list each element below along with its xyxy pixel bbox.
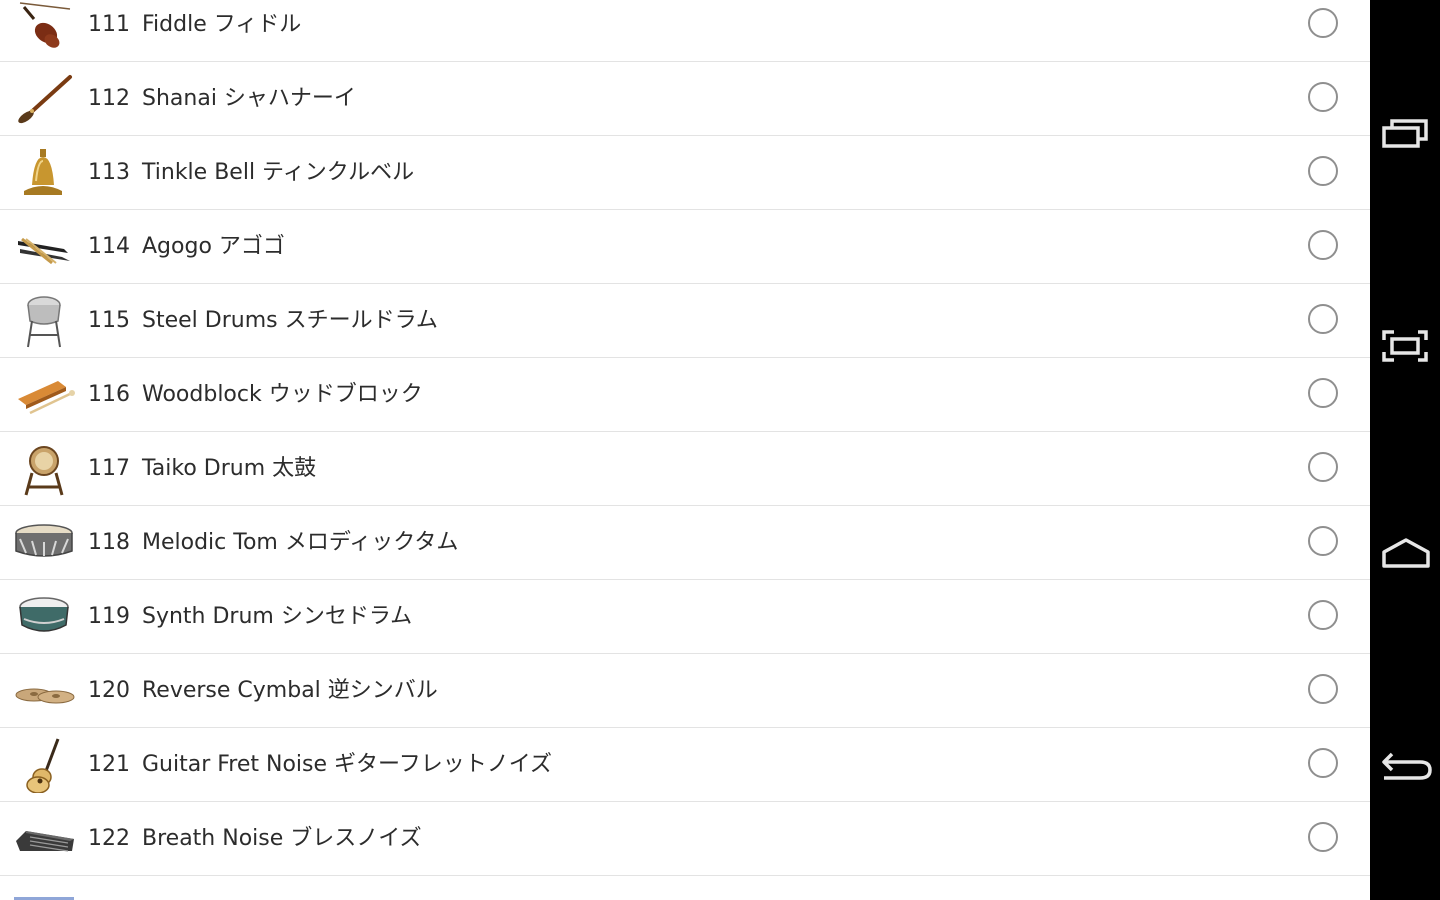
instrument-number: 117 xyxy=(88,456,130,481)
fiddle-icon xyxy=(12,0,76,53)
instrument-number: 115 xyxy=(88,308,130,333)
instrument-number: 119 xyxy=(88,604,130,629)
list-item[interactable]: 122 Breath Noise ブレスノイズ xyxy=(0,802,1370,876)
instrument-name: Taiko Drum 太鼓 xyxy=(142,456,317,481)
instrument-number: 120 xyxy=(88,678,130,703)
list-item[interactable]: 116 Woodblock ウッドブロック xyxy=(0,358,1370,432)
shanai-icon xyxy=(12,71,76,127)
instrument-name: Guitar Fret Noise ギターフレットノイズ xyxy=(142,752,553,777)
instrument-label: 116 Woodblock ウッドブロック xyxy=(88,358,423,431)
list-item[interactable]: 112 Shanai シャハナーイ xyxy=(0,62,1370,136)
instrument-label: 120 Reverse Cymbal 逆シンバル xyxy=(88,654,438,727)
navigation-bar xyxy=(1370,0,1440,900)
instrument-label: 112 Shanai シャハナーイ xyxy=(88,62,356,135)
list-item[interactable]: 118 Melodic Tom メロディックタム xyxy=(0,506,1370,580)
instrument-label: 118 Melodic Tom メロディックタム xyxy=(88,506,458,579)
instrument-number: 121 xyxy=(88,752,130,777)
instrument-name: Fiddle フィドル xyxy=(142,12,302,37)
instrument-number: 112 xyxy=(88,86,130,111)
instrument-name: Tinkle Bell ティンクルベル xyxy=(142,160,415,185)
list-item[interactable]: 120 Reverse Cymbal 逆シンバル xyxy=(0,654,1370,728)
synth-drum-icon xyxy=(12,589,76,645)
instrument-name: Synth Drum シンセドラム xyxy=(142,604,413,629)
instrument-name: Woodblock ウッドブロック xyxy=(142,382,423,407)
instrument-list[interactable]: 111 Fiddle フィドル 112 Shanai シャハナーイ 113 Ti… xyxy=(0,0,1370,900)
select-radio[interactable] xyxy=(1308,452,1338,482)
instrument-number: 113 xyxy=(88,160,130,185)
list-item[interactable]: 113 Tinkle Bell ティンクルベル xyxy=(0,136,1370,210)
instrument-label: 113 Tinkle Bell ティンクルベル xyxy=(88,136,414,209)
screenshot-icon[interactable] xyxy=(1378,318,1434,374)
instrument-thumbnail xyxy=(12,885,76,900)
select-radio[interactable] xyxy=(1308,822,1338,852)
list-item-partial[interactable] xyxy=(0,876,1370,900)
instrument-label: 115 Steel Drums スチールドラム xyxy=(88,284,438,357)
instrument-name: Breath Noise ブレスノイズ xyxy=(142,826,422,851)
select-radio[interactable] xyxy=(1308,156,1338,186)
select-radio[interactable] xyxy=(1308,230,1338,260)
instrument-name: Agogo アゴゴ xyxy=(142,234,285,259)
tom-drum-icon xyxy=(12,515,76,571)
steel-drum-icon xyxy=(12,293,76,349)
select-radio[interactable] xyxy=(1308,304,1338,334)
list-item[interactable]: 115 Steel Drums スチールドラム xyxy=(0,284,1370,358)
instrument-name: Reverse Cymbal 逆シンバル xyxy=(142,678,438,703)
select-radio[interactable] xyxy=(1308,748,1338,778)
cymbal-icon xyxy=(12,663,76,719)
instrument-name: Melodic Tom メロディックタム xyxy=(142,530,459,555)
instrument-name: Shanai シャハナーイ xyxy=(142,86,356,111)
agogo-icon xyxy=(12,219,76,275)
instrument-label: 117 Taiko Drum 太鼓 xyxy=(88,432,316,505)
instrument-number: 111 xyxy=(88,12,130,37)
instrument-number: 122 xyxy=(88,826,130,851)
select-radio[interactable] xyxy=(1308,82,1338,112)
instrument-label: 114 Agogo アゴゴ xyxy=(88,210,285,283)
select-radio[interactable] xyxy=(1308,600,1338,630)
list-item[interactable]: 111 Fiddle フィドル xyxy=(0,0,1370,62)
breath-noise-icon xyxy=(12,811,76,867)
instrument-label: 119 Synth Drum シンセドラム xyxy=(88,580,412,653)
recent-apps-icon[interactable] xyxy=(1378,106,1434,162)
instrument-number: 116 xyxy=(88,382,130,407)
instrument-label: 121 Guitar Fret Noise ギターフレットノイズ xyxy=(88,728,552,801)
select-radio[interactable] xyxy=(1308,674,1338,704)
screen: 111 Fiddle フィドル 112 Shanai シャハナーイ 113 Ti… xyxy=(0,0,1440,900)
instrument-name: Steel Drums スチールドラム xyxy=(142,308,438,333)
instrument-number: 118 xyxy=(88,530,130,555)
select-radio[interactable] xyxy=(1308,8,1338,38)
list-item[interactable]: 119 Synth Drum シンセドラム xyxy=(0,580,1370,654)
instrument-label: 111 Fiddle フィドル xyxy=(88,0,301,61)
taiko-drum-icon xyxy=(12,441,76,497)
guitar-icon xyxy=(12,737,76,793)
home-icon[interactable] xyxy=(1378,526,1434,582)
instrument-label: 122 Breath Noise ブレスノイズ xyxy=(88,802,422,875)
list-item[interactable]: 114 Agogo アゴゴ xyxy=(0,210,1370,284)
list-item[interactable]: 121 Guitar Fret Noise ギターフレットノイズ xyxy=(0,728,1370,802)
back-icon[interactable] xyxy=(1378,736,1434,792)
list-item[interactable]: 117 Taiko Drum 太鼓 xyxy=(0,432,1370,506)
instrument-number: 114 xyxy=(88,234,130,259)
woodblock-icon xyxy=(12,367,76,423)
bell-icon xyxy=(12,145,76,201)
select-radio[interactable] xyxy=(1308,378,1338,408)
select-radio[interactable] xyxy=(1308,526,1338,556)
